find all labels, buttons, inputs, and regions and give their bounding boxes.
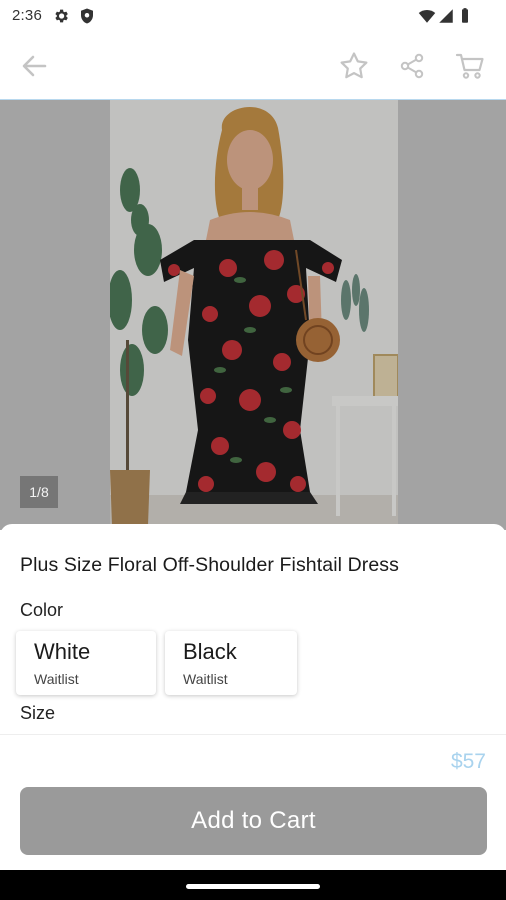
cart-icon: [454, 50, 486, 82]
color-option-name: Black: [183, 639, 237, 664]
status-bar: 2:36: [0, 0, 506, 32]
star-icon: [338, 50, 370, 82]
color-option-name: White: [34, 639, 91, 664]
color-label: Color: [20, 600, 64, 620]
share-icon: [397, 51, 427, 81]
color-option-white[interactable]: White Waitlist: [16, 631, 156, 695]
add-to-cart-button[interactable]: Add to Cart: [20, 787, 487, 855]
home-indicator[interactable]: [186, 884, 320, 889]
image-counter: 1/8: [20, 476, 58, 508]
back-button[interactable]: [14, 46, 54, 86]
signal-icon: [437, 7, 455, 25]
back-arrow-icon: [19, 51, 49, 81]
color-option-status: Waitlist: [34, 671, 79, 687]
system-nav-bar: [0, 870, 506, 900]
favorite-button[interactable]: [334, 46, 374, 86]
shield-icon: [78, 7, 96, 25]
wifi-icon: [418, 7, 436, 25]
app-bar: [0, 32, 506, 100]
share-button[interactable]: [392, 46, 432, 86]
settings-icon: [52, 7, 70, 25]
product-title: Plus Size Floral Off-Shoulder Fishtail D…: [20, 554, 400, 576]
divider: [0, 734, 506, 735]
color-option-black[interactable]: Black Waitlist: [165, 631, 297, 695]
size-label: Size: [20, 703, 56, 723]
cart-button[interactable]: [450, 46, 490, 86]
battery-icon: [456, 7, 474, 25]
image-overlay: [0, 100, 506, 530]
product-options-sheet: Plus Size Floral Off-Shoulder Fishtail D…: [0, 524, 506, 870]
price: $57: [450, 750, 486, 773]
product-image-gallery[interactable]: 1/8: [0, 100, 506, 530]
status-time: 2:36: [12, 7, 42, 24]
color-option-status: Waitlist: [183, 671, 228, 687]
